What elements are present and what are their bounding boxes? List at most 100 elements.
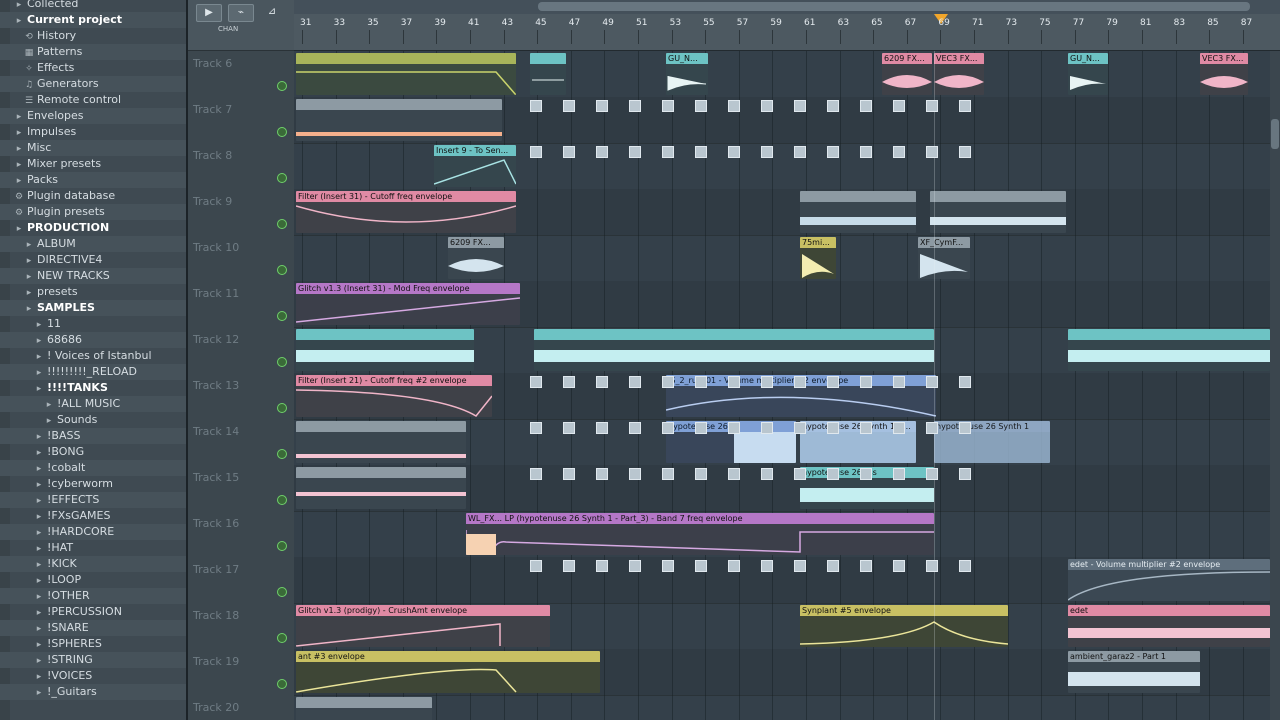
pattern-block[interactable] — [629, 146, 641, 158]
clip[interactable]: Glitch v1.3 (prodigy) - CrushAmt envelop… — [296, 605, 550, 647]
browser-item[interactable]: ▸ !BONG — [0, 444, 186, 460]
clip[interactable] — [800, 191, 916, 233]
track-lane[interactable] — [294, 235, 1270, 282]
clip[interactable] — [296, 53, 516, 95]
clip[interactable]: XF_CymF... — [918, 237, 970, 279]
browser-item[interactable]: ▸ Envelopes — [0, 108, 186, 124]
pattern-block[interactable] — [728, 560, 740, 572]
pattern-block[interactable] — [695, 422, 707, 434]
track-enable-led-icon[interactable] — [277, 81, 287, 91]
clip[interactable]: Glitch v1.3 (Insert 31) - Mod Freq envel… — [296, 283, 520, 325]
pattern-block[interactable] — [827, 468, 839, 480]
browser-item[interactable]: ▸ Collected — [0, 0, 186, 12]
pattern-block[interactable] — [926, 376, 938, 388]
pattern-block[interactable] — [926, 422, 938, 434]
pattern-block[interactable] — [827, 100, 839, 112]
track-header[interactable]: Track 18 — [188, 603, 294, 650]
pattern-block[interactable] — [596, 146, 608, 158]
clip[interactable] — [534, 329, 934, 371]
browser-item[interactable]: ▸ !VOICES — [0, 668, 186, 684]
browser-item[interactable]: ▸ !BASS — [0, 428, 186, 444]
track-lane[interactable] — [294, 695, 1270, 720]
pattern-block[interactable] — [761, 422, 773, 434]
pattern-block[interactable] — [794, 376, 806, 388]
pattern-block[interactable] — [662, 146, 674, 158]
browser-item[interactable]: ▸ !cyberworm — [0, 476, 186, 492]
track-header[interactable]: Track 9 — [188, 189, 294, 236]
pattern-block[interactable] — [530, 422, 542, 434]
pattern-block[interactable] — [530, 560, 542, 572]
pattern-block[interactable] — [596, 422, 608, 434]
clip[interactable] — [296, 421, 466, 463]
clip[interactable] — [296, 99, 502, 141]
browser-item[interactable]: ▸ Packs — [0, 172, 186, 188]
pattern-block[interactable] — [563, 100, 575, 112]
browser-item[interactable]: ▸ Misc — [0, 140, 186, 156]
pattern-block[interactable] — [761, 468, 773, 480]
pattern-block[interactable] — [662, 100, 674, 112]
pattern-block[interactable] — [530, 376, 542, 388]
track-enable-led-icon[interactable] — [277, 633, 287, 643]
track-header[interactable]: Track 12 — [188, 327, 294, 374]
track-header[interactable]: Track 7 — [188, 97, 294, 144]
pattern-block[interactable] — [629, 100, 641, 112]
browser-item[interactable]: ☰ Remote control — [0, 92, 186, 108]
clip[interactable]: VEC3 FX... — [934, 53, 984, 95]
pattern-block[interactable] — [662, 376, 674, 388]
pattern-block[interactable] — [761, 146, 773, 158]
clip[interactable]: 75mi... — [800, 237, 836, 279]
browser-item[interactable]: ▸ !HAT — [0, 540, 186, 556]
browser-item[interactable]: ▸ !KICK — [0, 556, 186, 572]
pattern-block[interactable] — [695, 468, 707, 480]
browser-item[interactable]: ▸ Mixer presets — [0, 156, 186, 172]
browser-item[interactable]: ▸ !FXsGAMES — [0, 508, 186, 524]
browser-item[interactable]: ▸ ALBUM — [0, 236, 186, 252]
pattern-block[interactable] — [860, 560, 872, 572]
track-header[interactable]: Track 15 — [188, 465, 294, 512]
track-header[interactable]: Track 14 — [188, 419, 294, 466]
pattern-block[interactable] — [827, 560, 839, 572]
browser-item[interactable]: ▸ Impulses — [0, 124, 186, 140]
browser-item[interactable]: ▸ !ALL MUSIC — [0, 396, 186, 412]
pattern-block[interactable] — [563, 560, 575, 572]
pattern-block[interactable] — [596, 100, 608, 112]
browser-item[interactable]: ▸ !HARDCORE — [0, 524, 186, 540]
pattern-block[interactable] — [893, 100, 905, 112]
pattern-block[interactable] — [827, 376, 839, 388]
browser-item[interactable]: ▸ ! Voices of Istanbul — [0, 348, 186, 364]
pattern-block[interactable] — [827, 146, 839, 158]
track-enable-led-icon[interactable] — [277, 587, 287, 597]
pattern-block[interactable] — [794, 468, 806, 480]
pattern-block[interactable] — [596, 468, 608, 480]
browser-item[interactable]: ▸ SAMPLES — [0, 300, 186, 316]
pattern-block[interactable] — [959, 376, 971, 388]
pattern-block[interactable] — [926, 146, 938, 158]
clip[interactable] — [296, 467, 466, 509]
pattern-block[interactable] — [728, 468, 740, 480]
track-header[interactable]: Track 19 — [188, 649, 294, 696]
clip[interactable]: GU_N... — [666, 53, 708, 95]
pattern-block[interactable] — [893, 468, 905, 480]
browser-item[interactable]: ▸ !!!!!!!!!_RELOAD — [0, 364, 186, 380]
pattern-block[interactable] — [629, 468, 641, 480]
browser-item[interactable]: ▸ !PERCUSSION — [0, 604, 186, 620]
browser-item[interactable]: ▦ Patterns — [0, 44, 186, 60]
pattern-block[interactable] — [662, 468, 674, 480]
pattern-block[interactable] — [926, 468, 938, 480]
browser-item[interactable]: ▸ !cobalt — [0, 460, 186, 476]
browser-item[interactable]: ♫ Generators — [0, 76, 186, 92]
pattern-block[interactable] — [728, 376, 740, 388]
playlist-grid[interactable]: GU_N... 6209 FX... VEC3 FX... GU_N... VE… — [294, 51, 1270, 720]
browser-item[interactable]: ▸ !STRING — [0, 652, 186, 668]
pattern-block[interactable] — [662, 560, 674, 572]
pattern-block[interactable] — [893, 422, 905, 434]
clip[interactable] — [530, 53, 566, 95]
track-enable-led-icon[interactable] — [277, 541, 287, 551]
clip[interactable]: ambient_garaz2 - Part 1 — [1068, 651, 1200, 693]
timeline-ruler[interactable]: 31 33 35 37 39 41 43 45 47 49 51 53 55 57 59 61 63 65 67 69… — [294, 0, 1280, 51]
pattern-block[interactable] — [596, 560, 608, 572]
pattern-block[interactable] — [794, 146, 806, 158]
browser-item[interactable]: ⚙ Plugin presets — [0, 204, 186, 220]
browser-item[interactable]: ▸ !!!!TANKS — [0, 380, 186, 396]
track-header[interactable]: Track 13 — [188, 373, 294, 420]
